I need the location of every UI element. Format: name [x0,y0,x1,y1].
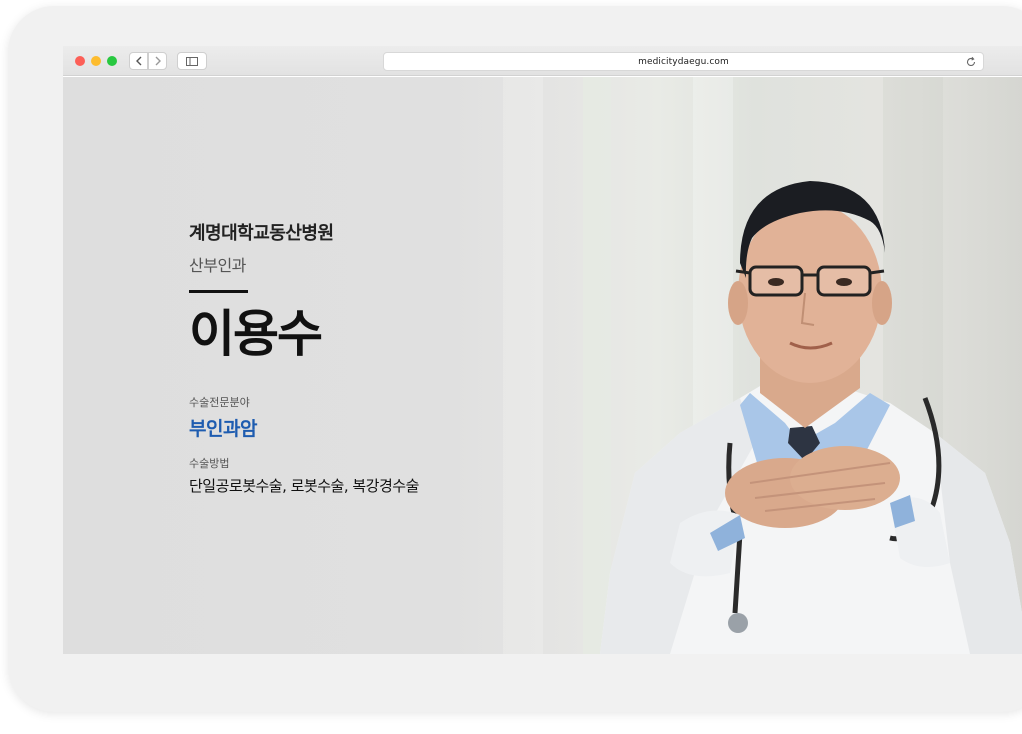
hospital-name: 계명대학교동산병원 [189,223,334,244]
reload-icon[interactable] [965,56,977,68]
doctor-info: 계명대학교동산병원 산부인과 이용수 수술전문분야 부인과암 수술방법 단일공로… [189,219,419,496]
department-name: 산부인과 [189,256,246,275]
title-divider [189,290,248,293]
maximize-window-button[interactable] [107,56,117,66]
doctor-profile-page: 계명대학교동산병원 산부인과 이용수 수술전문분야 부인과암 수술방법 단일공로… [63,77,1022,654]
method-label: 수술방법 [189,457,230,470]
minimize-window-button[interactable] [91,56,101,66]
browser-toolbar: medicitydaegu.com [63,46,1022,76]
browser-window: medicitydaegu.com 계명대학교동산병원 산부인과 이용수 수술전… [63,46,1022,654]
url-text: medicitydaegu.com [638,56,729,67]
chevron-right-icon [155,56,161,66]
back-button[interactable] [129,52,148,70]
doctor-photo [600,181,1022,654]
chevron-left-icon [135,56,141,66]
close-window-button[interactable] [75,56,85,66]
specialty-label: 수술전문분야 [189,396,250,409]
sidebar-toggle-button[interactable] [177,52,207,70]
forward-button[interactable] [148,52,167,70]
doctor-name: 이용수 [189,305,323,363]
address-bar[interactable]: medicitydaegu.com [383,52,984,71]
specialty-value: 부인과암 [189,418,257,440]
sidebar-icon [186,56,198,66]
method-value: 단일공로봇수술, 로봇수술, 복강경수술 [189,477,419,495]
